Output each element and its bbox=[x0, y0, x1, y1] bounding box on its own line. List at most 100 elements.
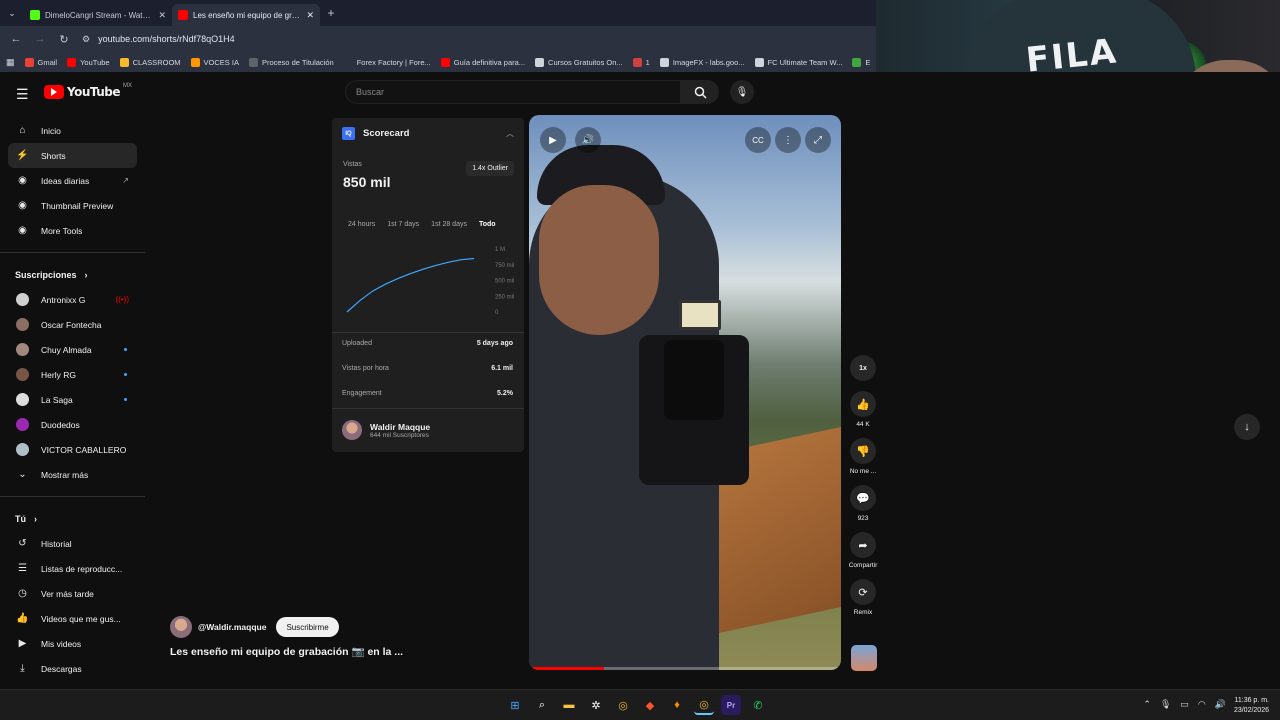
subscription-item[interactable]: Chuy Almada bbox=[0, 337, 145, 362]
speed-button[interactable]: 1x bbox=[846, 355, 880, 381]
remix-thumbnail[interactable] bbox=[851, 645, 877, 671]
video-progress-bar[interactable] bbox=[529, 667, 841, 670]
sidebar-item-history[interactable]: ↺ Historial bbox=[0, 531, 145, 556]
site-info-icon[interactable]: ⚙ bbox=[82, 34, 90, 45]
search-input[interactable]: Buscar bbox=[345, 80, 681, 104]
show-more-button[interactable]: ⌄ Mostrar más bbox=[0, 462, 145, 487]
fire-app-icon[interactable]: ♦ bbox=[667, 695, 687, 715]
sidebar-item-thumbnail-preview[interactable]: ◉ Thumbnail Preview bbox=[0, 193, 145, 218]
more-options-button[interactable]: ⋮ bbox=[775, 127, 801, 153]
sidebar-item-shorts[interactable]: ⚡ Shorts bbox=[8, 143, 137, 168]
sidebar-item-watch-later[interactable]: ◷ Ver más tarde bbox=[0, 581, 145, 606]
sidebar-item-inicio[interactable]: ⌂ Inicio bbox=[0, 118, 145, 143]
bookmark-item[interactable]: Gmail bbox=[24, 57, 57, 67]
subscribe-button[interactable]: Suscribirme bbox=[276, 617, 339, 637]
sidebar-item-liked[interactable]: 👍 Videos que me gus... bbox=[0, 606, 145, 631]
whatsapp-icon[interactable]: ✆ bbox=[748, 695, 768, 715]
next-short-button[interactable]: ↓ bbox=[1234, 414, 1260, 440]
search-button[interactable] bbox=[681, 80, 719, 104]
wifi-icon[interactable]: ◠ bbox=[1198, 699, 1206, 710]
subscriptions-header[interactable]: Suscripciones › bbox=[0, 262, 145, 287]
range-tab[interactable]: 1st 7 days bbox=[387, 221, 419, 228]
close-tab-icon[interactable]: ✕ bbox=[158, 10, 166, 21]
fullscreen-button[interactable]: ⤢ bbox=[805, 127, 831, 153]
tray-display-icon[interactable]: ▭ bbox=[1180, 699, 1189, 710]
volume-button[interactable]: 🔊 bbox=[575, 127, 601, 153]
dislike-button[interactable]: 👎 No me ... bbox=[846, 438, 880, 475]
bookmark-item[interactable]: Proceso de Titulación bbox=[248, 57, 334, 67]
apps-icon[interactable]: ▦ bbox=[6, 57, 15, 68]
sidebar-item-ideas-diarias[interactable]: ◉ Ideas diarias ↗ bbox=[0, 168, 145, 193]
bookmark-item[interactable]: FC Ultimate Team W... bbox=[754, 57, 842, 67]
comments-button[interactable]: 💬 923 bbox=[846, 485, 880, 522]
tray-chevron-icon[interactable]: ⌃ bbox=[1143, 699, 1151, 710]
subscription-item[interactable]: Oscar Fontecha bbox=[0, 312, 145, 337]
bookmark-item[interactable]: ImageFX - labs.goo... bbox=[659, 57, 745, 67]
browser-tab-bar: ⌄ DimeloCangri Stream - Watch L... ✕ Les e… bbox=[0, 0, 876, 26]
subscription-item[interactable]: Duodedos bbox=[0, 412, 145, 437]
browser-tab[interactable]: Les enseño mi equipo de grab... ✕ bbox=[172, 4, 320, 26]
file-explorer-icon[interactable]: ▬ bbox=[559, 695, 579, 715]
short-title[interactable]: Les enseño mi equipo de grabación 📷 en l… bbox=[170, 645, 403, 658]
bookmark-item[interactable]: VOCES IA bbox=[190, 57, 239, 67]
browser-tab[interactable]: DimeloCangri Stream - Watch L... ✕ bbox=[24, 4, 172, 26]
bookmark-item[interactable]: 1 bbox=[632, 57, 650, 67]
bookmark-label: CLASSROOM bbox=[132, 57, 181, 67]
chrome-icon[interactable]: ◎ bbox=[613, 695, 633, 715]
subscription-item[interactable]: La Saga bbox=[0, 387, 145, 412]
play-button[interactable]: ▶ bbox=[540, 127, 566, 153]
like-button[interactable]: 👍 44 K bbox=[846, 391, 880, 428]
creator-card[interactable]: Waldir Maqque 644 mil Suscriptores bbox=[342, 420, 430, 440]
back-icon[interactable]: ← bbox=[8, 33, 24, 45]
app-icon[interactable]: ✲ bbox=[586, 695, 606, 715]
url-field[interactable]: ⚙ youtube.com/shorts/rNdf78qO1H4 bbox=[80, 29, 876, 49]
bookmark-item[interactable]: Guía definitiva para... bbox=[440, 57, 525, 67]
remix-button[interactable]: ⟳ Remix bbox=[846, 579, 880, 616]
tray-mic-icon[interactable]: 🎙 bbox=[1160, 699, 1171, 710]
share-button[interactable]: ➦ Compartir bbox=[846, 532, 880, 569]
premiere-icon[interactable]: Pr bbox=[721, 695, 741, 715]
sidebar-item-my-videos[interactable]: ▶ Mis videos bbox=[0, 631, 145, 656]
url-text[interactable]: youtube.com/shorts/rNdf78qO1H4 bbox=[98, 34, 235, 44]
channel-handle[interactable]: @Waldir.maqque bbox=[198, 622, 266, 632]
bookmark-icon bbox=[754, 57, 764, 67]
range-tab[interactable]: 24 hours bbox=[348, 221, 375, 228]
voice-search-button[interactable]: 🎙 bbox=[730, 80, 754, 104]
bookmark-item[interactable]: CLASSROOM bbox=[119, 57, 181, 67]
system-clock[interactable]: 11:36 p. m. 23/02/2026 bbox=[1234, 696, 1269, 716]
menu-icon[interactable]: ☰ bbox=[16, 86, 29, 103]
tab-favicon-icon bbox=[30, 10, 40, 20]
brave-icon[interactable]: ◆ bbox=[640, 695, 660, 715]
subscription-item[interactable]: Herly RG bbox=[0, 362, 145, 387]
bookmark-item[interactable]: Cursos Gratuitos On... bbox=[535, 57, 623, 67]
subscription-item[interactable]: VICTOR CABALLERO bbox=[0, 437, 145, 462]
search-icon[interactable]: ⌕ bbox=[532, 695, 552, 715]
sidebar-item-playlists[interactable]: ☰ Listas de reproducc... bbox=[0, 556, 145, 581]
sidebar-item-more-tools[interactable]: ◉ More Tools bbox=[0, 218, 145, 243]
more-icon: ⋮ bbox=[783, 134, 793, 146]
bookmark-item[interactable]: YouTube bbox=[67, 57, 110, 67]
youtube-logo[interactable]: YouTube MX bbox=[44, 83, 133, 99]
chrome-active-icon[interactable]: ◎ bbox=[694, 695, 714, 715]
short-video-player[interactable]: ▶ 🔊 CC ⋮ ⤢ bbox=[529, 115, 841, 670]
windows-taskbar: ⊞ ⌕ ▬ ✲ ◎ ◆ ♦ ◎ Pr ✆ ⌃ 🎙 ▭ ◠ 🔊 11:36 p. … bbox=[0, 689, 1280, 720]
captions-button[interactable]: CC bbox=[745, 127, 771, 153]
bookmark-item[interactable]: Forex Factory | Fore... bbox=[343, 57, 431, 67]
range-tab[interactable]: Todo bbox=[479, 221, 496, 228]
collapse-icon[interactable]: ︿ bbox=[506, 128, 514, 139]
close-tab-icon[interactable]: ✕ bbox=[306, 10, 314, 21]
sidebar-item-downloads[interactable]: ⤓ Descargas bbox=[0, 656, 145, 681]
forward-icon[interactable]: → bbox=[32, 33, 48, 45]
reload-icon[interactable]: ↻ bbox=[56, 33, 72, 46]
youtube-play-icon bbox=[44, 85, 64, 99]
start-icon[interactable]: ⊞ bbox=[505, 695, 525, 715]
subscription-item[interactable]: Antronixx G ((•)) bbox=[0, 287, 145, 312]
channel-avatar[interactable] bbox=[170, 616, 192, 638]
you-header[interactable]: Tú › bbox=[0, 506, 145, 531]
region-code: MX bbox=[123, 83, 133, 89]
volume-icon[interactable]: 🔊 bbox=[1215, 699, 1226, 710]
tab-search-icon[interactable]: ⌄ bbox=[0, 0, 24, 26]
new-tab-button[interactable]: + bbox=[320, 6, 342, 20]
range-tab[interactable]: 1st 28 days bbox=[431, 221, 467, 228]
bookmark-item[interactable]: E bbox=[852, 57, 870, 67]
